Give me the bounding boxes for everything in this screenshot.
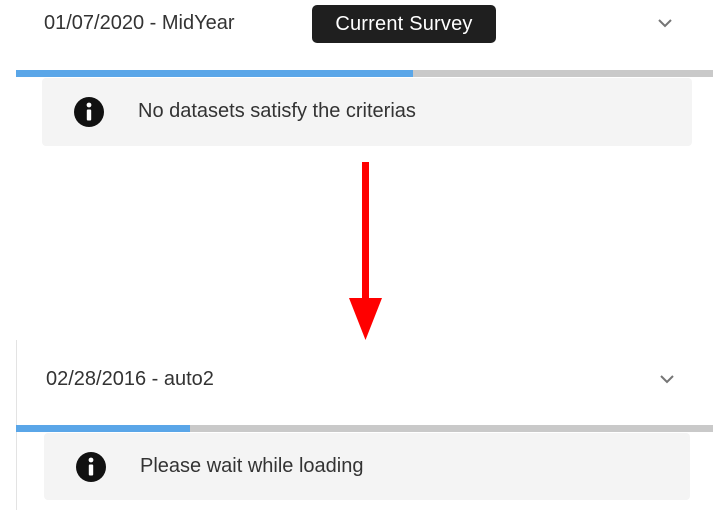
survey-panel-header-before[interactable]: 01/07/2020 - MidYear Current Survey bbox=[0, 0, 713, 70]
progress-bar-after bbox=[16, 425, 713, 432]
progress-fill bbox=[16, 425, 190, 432]
survey-title: 02/28/2016 - auto2 bbox=[46, 368, 214, 390]
chevron-down-icon[interactable] bbox=[656, 14, 674, 32]
info-alert-before: No datasets satisfy the criterias bbox=[42, 78, 692, 146]
survey-title: 01/07/2020 - MidYear bbox=[44, 12, 235, 34]
alert-message: No datasets satisfy the criterias bbox=[138, 100, 416, 122]
alert-message: Please wait while loading bbox=[140, 455, 364, 477]
info-alert-after: Please wait while loading bbox=[44, 433, 690, 500]
progress-fill bbox=[16, 70, 413, 77]
chevron-down-icon[interactable] bbox=[658, 370, 676, 388]
info-icon bbox=[75, 451, 107, 483]
progress-bar-before bbox=[16, 70, 713, 77]
current-survey-badge: Current Survey bbox=[312, 5, 496, 43]
info-icon bbox=[73, 96, 105, 128]
screenshot-stage: 01/07/2020 - MidYear Current Survey No d… bbox=[0, 0, 713, 510]
arrow-down-icon bbox=[346, 162, 386, 342]
